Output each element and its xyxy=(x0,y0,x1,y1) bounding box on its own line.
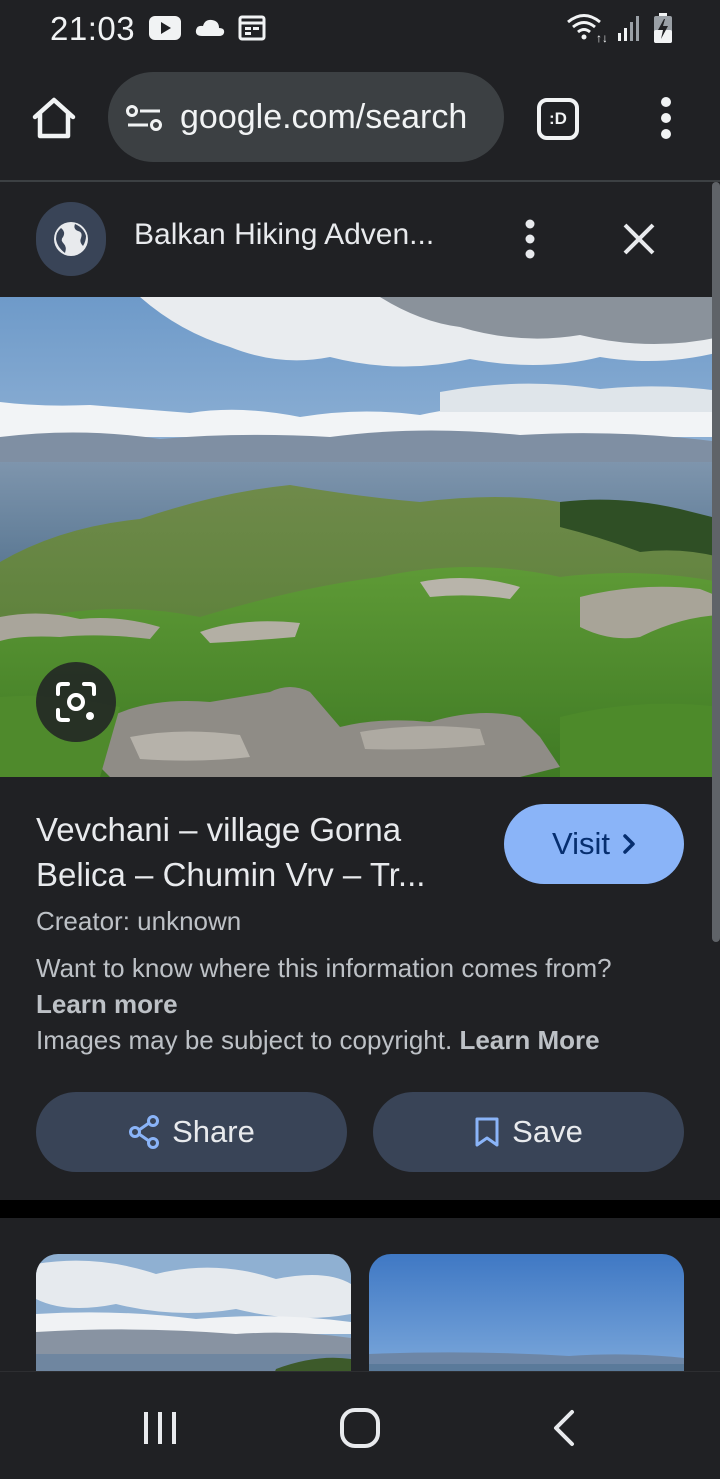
address-bar[interactable]: google.com/search xyxy=(108,72,504,162)
site-settings-icon[interactable] xyxy=(126,104,164,132)
status-time: 21:03 xyxy=(50,10,136,47)
related-image xyxy=(369,1254,684,1371)
copyright-text: Images may be subject to copyright. xyxy=(36,1025,453,1055)
globe-icon xyxy=(54,222,88,256)
site-name[interactable]: Balkan Hiking Adven... xyxy=(134,218,434,252)
battery-charging-icon xyxy=(654,13,672,43)
more-vert-icon[interactable] xyxy=(656,96,676,140)
more-vert-icon[interactable] xyxy=(520,218,540,260)
copyright-learn-more-link[interactable]: Learn More xyxy=(459,1025,599,1055)
share-button-label: Share xyxy=(172,1114,255,1149)
visit-button[interactable]: Visit xyxy=(504,804,684,884)
image-title[interactable]: Vevchani – village Gorna Belica – Chumin… xyxy=(36,807,486,897)
url-text[interactable]: google.com/search xyxy=(180,98,467,137)
site-header: Balkan Hiking Adven... xyxy=(0,182,720,297)
section-separator xyxy=(0,1200,720,1218)
main-image[interactable] xyxy=(0,297,720,777)
system-navigation-bar xyxy=(0,1371,720,1479)
chevron-right-icon xyxy=(623,834,635,854)
share-icon xyxy=(129,1115,160,1149)
bookmark-icon xyxy=(475,1117,499,1147)
cloud-icon xyxy=(195,19,225,36)
calendar-icon xyxy=(238,15,266,41)
home-nav-icon[interactable] xyxy=(338,1406,382,1450)
save-button-label: Save xyxy=(512,1114,583,1149)
save-button[interactable]: Save xyxy=(373,1092,684,1172)
site-favicon[interactable] xyxy=(36,202,106,276)
image-detail-sheet: Balkan Hiking Adven... Vevchani – villag… xyxy=(0,182,720,1200)
recent-apps-icon[interactable] xyxy=(140,1408,180,1448)
signal-icon xyxy=(618,16,639,41)
youtube-icon xyxy=(149,16,181,40)
scrollbar[interactable] xyxy=(712,182,720,942)
related-images xyxy=(0,1218,720,1371)
status-bar: 21:03 ↑↓ xyxy=(0,0,720,62)
close-icon[interactable] xyxy=(620,220,658,258)
back-icon[interactable] xyxy=(548,1408,578,1448)
share-button[interactable]: Share xyxy=(36,1092,347,1172)
browser-toolbar: google.com/search :D xyxy=(0,62,720,180)
google-lens-button[interactable] xyxy=(36,662,116,742)
info-text: Want to know where this information come… xyxy=(36,950,686,1058)
lens-icon xyxy=(56,682,96,722)
home-icon[interactable] xyxy=(30,94,78,142)
visit-button-label: Visit xyxy=(551,826,610,861)
related-image xyxy=(36,1254,351,1371)
svg-text:↑↓: ↑↓ xyxy=(596,31,606,44)
related-image-card[interactable] xyxy=(369,1254,684,1371)
tab-switcher-button[interactable]: :D xyxy=(537,98,579,140)
creator-text: Creator: unknown xyxy=(36,906,242,936)
wifi-icon: ↑↓ xyxy=(567,14,606,44)
learn-more-link[interactable]: Learn more xyxy=(36,989,178,1019)
info-question: Want to know where this information come… xyxy=(36,953,612,983)
related-image-card[interactable] xyxy=(36,1254,351,1371)
